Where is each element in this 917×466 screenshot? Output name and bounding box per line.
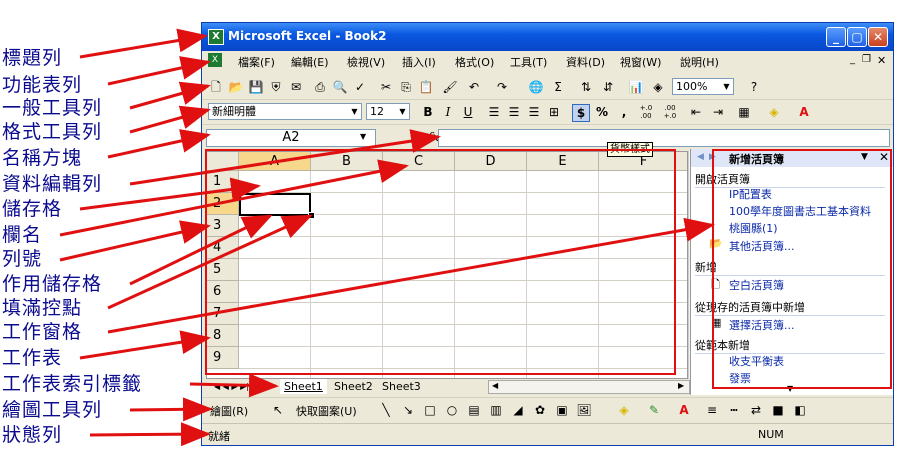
arrow-menu-bar — [107, 56, 211, 86]
arrow-cell — [79, 177, 261, 211]
arrow-title-bar — [79, 28, 208, 59]
annotation-arrows — [59, 28, 715, 447]
arrow-name-box — [107, 129, 211, 159]
arrow-column-name — [59, 159, 409, 237]
arrow-formula-bar — [129, 129, 441, 186]
arrow-worksheet — [79, 330, 211, 360]
arrow-status-bar — [89, 422, 211, 447]
arrow-fill-handle — [107, 214, 313, 310]
arrow-standard-toolbar — [129, 81, 211, 110]
arrow-sheet-tabs — [189, 373, 279, 398]
arrow-active-cell — [129, 214, 273, 286]
arrow-format-toolbar — [129, 105, 211, 134]
arrow-drawing-toolbar — [129, 397, 213, 422]
arrow-task-pane — [107, 217, 715, 334]
